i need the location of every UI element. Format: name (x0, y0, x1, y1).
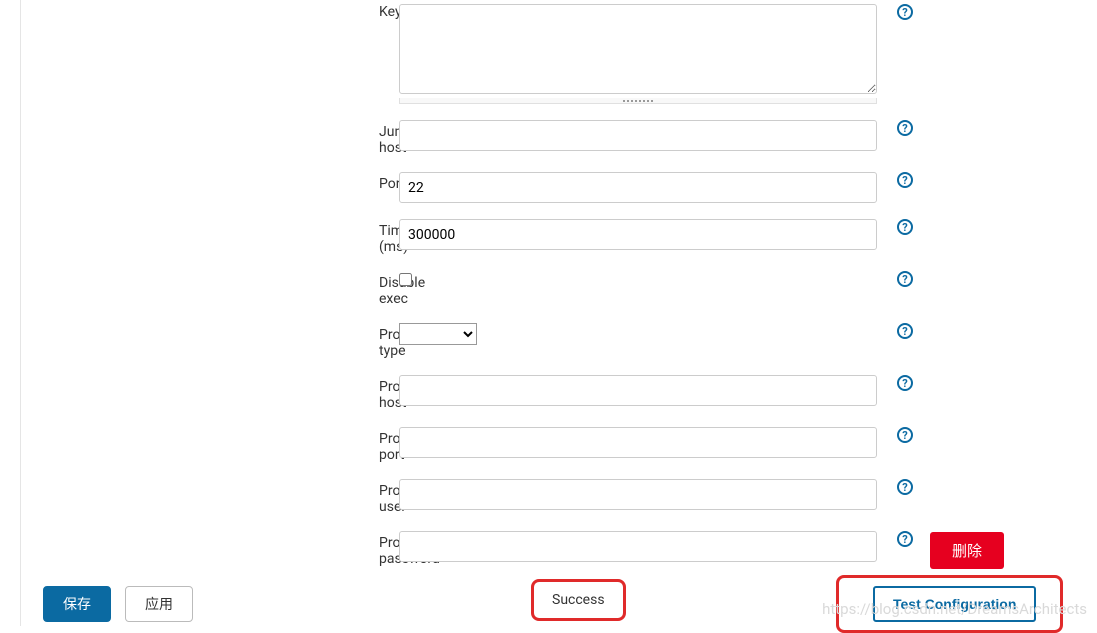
help-icon[interactable]: ? (897, 427, 913, 443)
proxy-user-label: Proxy user (21, 479, 399, 515)
test-configuration-button[interactable]: Test Configuration (873, 586, 1036, 622)
help-icon[interactable]: ? (897, 479, 913, 495)
proxy-user-input[interactable] (399, 479, 877, 510)
key-textarea[interactable] (399, 4, 877, 94)
proxy-password-input[interactable] (399, 531, 877, 562)
proxy-port-label: Proxy port (21, 427, 399, 463)
help-icon[interactable]: ? (897, 271, 913, 287)
timeout-label: Timeout (ms) (21, 219, 399, 255)
help-icon[interactable]: ? (897, 323, 913, 339)
proxy-type-label: Proxy type (21, 323, 399, 359)
port-label: Port (21, 172, 399, 192)
help-icon[interactable]: ? (897, 172, 913, 188)
jump-host-label: Jump host (21, 120, 399, 156)
proxy-host-label: Proxy host (21, 375, 399, 411)
delete-button[interactable]: 删除 (930, 532, 1004, 569)
help-icon[interactable]: ? (897, 375, 913, 391)
help-icon[interactable]: ? (897, 120, 913, 136)
textarea-resize-handle[interactable] (399, 98, 877, 104)
proxy-password-label: Proxy password (21, 531, 399, 567)
help-icon[interactable]: ? (897, 219, 913, 235)
port-input[interactable] (399, 172, 877, 203)
jump-host-input[interactable] (399, 120, 877, 151)
proxy-host-input[interactable] (399, 375, 877, 406)
disable-exec-label: Disable exec (21, 271, 399, 307)
key-label: Key (21, 4, 399, 20)
apply-button[interactable]: 应用 (125, 586, 193, 622)
status-badge: Success (531, 579, 626, 621)
save-button[interactable]: 保存 (43, 586, 111, 622)
proxy-type-select[interactable] (399, 323, 477, 345)
proxy-port-input[interactable] (399, 427, 877, 458)
help-icon[interactable]: ? (897, 4, 913, 20)
help-icon[interactable]: ? (897, 531, 913, 547)
disable-exec-checkbox[interactable] (399, 273, 412, 286)
timeout-input[interactable] (399, 219, 877, 250)
